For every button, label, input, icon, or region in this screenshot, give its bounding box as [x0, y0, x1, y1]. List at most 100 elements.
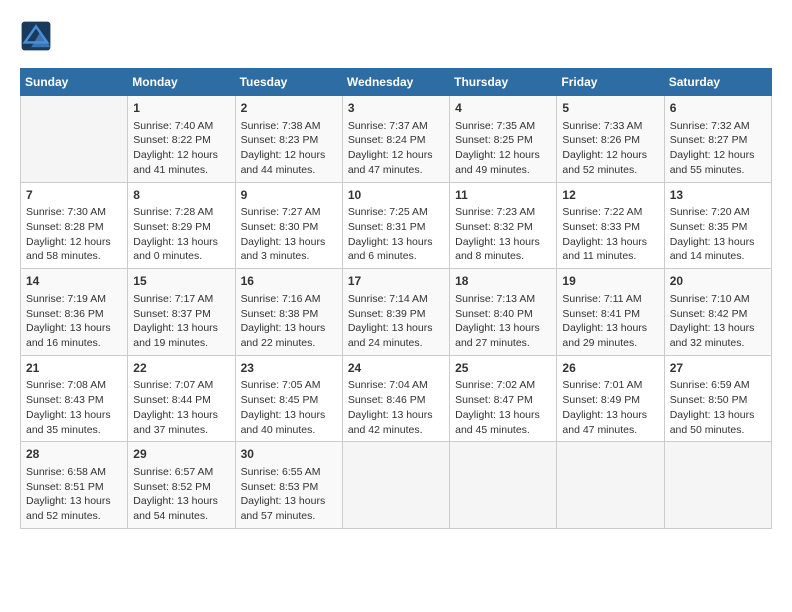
day-number: 1: [133, 100, 229, 117]
day-number: 23: [241, 360, 337, 377]
calendar-cell: 16 Sunrise: 7:16 AMSunset: 8:38 PMDayligh…: [235, 269, 342, 356]
day-number: 2: [241, 100, 337, 117]
day-info: Sunrise: 7:11 AMSunset: 8:41 PMDaylight:…: [562, 292, 658, 351]
week-row-3: 21Sunrise: 7:08 AMSunset: 8:43 PMDayligh…: [21, 355, 772, 442]
calendar-cell: [450, 442, 557, 529]
calendar-cell: 3 Sunrise: 7:37 AMSunset: 8:24 PMDaylight…: [342, 96, 449, 183]
day-info: Sunrise: 7:02 AMSunset: 8:47 PMDaylight:…: [455, 378, 551, 437]
day-info: Sunrise: 7:16 AMSunset: 8:38 PMDaylight:…: [241, 292, 337, 351]
calendar-cell: [342, 442, 449, 529]
day-number: 12: [562, 187, 658, 204]
day-number: 14: [26, 273, 122, 290]
day-number: 26: [562, 360, 658, 377]
calendar-cell: [557, 442, 664, 529]
day-info: Sunrise: 6:57 AMSunset: 8:52 PMDaylight:…: [133, 465, 229, 524]
calendar-cell: 29 Sunrise: 6:57 AMSunset: 8:52 PMDayligh…: [128, 442, 235, 529]
day-number: 27: [670, 360, 766, 377]
week-row-1: 7Sunrise: 7:30 AMSunset: 8:28 PMDaylight…: [21, 182, 772, 269]
calendar-cell: 21Sunrise: 7:08 AMSunset: 8:43 PMDayligh…: [21, 355, 128, 442]
day-number: 5: [562, 100, 658, 117]
day-info: Sunrise: 7:35 AMSunset: 8:25 PMDaylight:…: [455, 119, 551, 178]
calendar-cell: 14Sunrise: 7:19 AMSunset: 8:36 PMDayligh…: [21, 269, 128, 356]
day-info: Sunrise: 7:05 AMSunset: 8:45 PMDaylight:…: [241, 378, 337, 437]
calendar-cell: 23Sunrise: 7:05 AMSunset: 8:45 PMDayligh…: [235, 355, 342, 442]
calendar-cell: 28 Sunrise: 6:58 AMSunset: 8:51 PMDayligh…: [21, 442, 128, 529]
calendar-cell: 11Sunrise: 7:23 AMSunset: 8:32 PMDayligh…: [450, 182, 557, 269]
calendar-cell: 12Sunrise: 7:22 AMSunset: 8:33 PMDayligh…: [557, 182, 664, 269]
day-number: 4: [455, 100, 551, 117]
day-number: 18: [455, 273, 551, 290]
day-number: 9: [241, 187, 337, 204]
calendar-cell: 20 Sunrise: 7:10 AMSunset: 8:42 PMDayligh…: [664, 269, 771, 356]
day-info: Sunrise: 6:55 AMSunset: 8:53 PMDaylight:…: [241, 465, 337, 524]
calendar-table: SundayMondayTuesdayWednesdayThursdayFrid…: [20, 68, 772, 529]
logo-icon: [20, 20, 52, 52]
calendar-cell: [21, 96, 128, 183]
day-number: 29: [133, 446, 229, 463]
calendar-cell: 27Sunrise: 6:59 AMSunset: 8:50 PMDayligh…: [664, 355, 771, 442]
week-row-2: 14Sunrise: 7:19 AMSunset: 8:36 PMDayligh…: [21, 269, 772, 356]
calendar-cell: 9Sunrise: 7:27 AMSunset: 8:30 PMDaylight…: [235, 182, 342, 269]
day-number: 30: [241, 446, 337, 463]
calendar-cell: 26Sunrise: 7:01 AMSunset: 8:49 PMDayligh…: [557, 355, 664, 442]
header-thursday: Thursday: [450, 69, 557, 96]
calendar-cell: 7Sunrise: 7:30 AMSunset: 8:28 PMDaylight…: [21, 182, 128, 269]
calendar-cell: 17 Sunrise: 7:14 AMSunset: 8:39 PMDayligh…: [342, 269, 449, 356]
day-info: Sunrise: 7:23 AMSunset: 8:32 PMDaylight:…: [455, 205, 551, 264]
day-number: 15: [133, 273, 229, 290]
calendar-cell: 13Sunrise: 7:20 AMSunset: 8:35 PMDayligh…: [664, 182, 771, 269]
calendar-cell: 1 Sunrise: 7:40 AMSunset: 8:22 PMDaylight…: [128, 96, 235, 183]
calendar-cell: 18 Sunrise: 7:13 AMSunset: 8:40 PMDayligh…: [450, 269, 557, 356]
calendar-cell: 24Sunrise: 7:04 AMSunset: 8:46 PMDayligh…: [342, 355, 449, 442]
day-info: Sunrise: 7:38 AMSunset: 8:23 PMDaylight:…: [241, 119, 337, 178]
calendar-cell: 19 Sunrise: 7:11 AMSunset: 8:41 PMDayligh…: [557, 269, 664, 356]
calendar-cell: 6 Sunrise: 7:32 AMSunset: 8:27 PMDaylight…: [664, 96, 771, 183]
page-header: [20, 20, 772, 52]
header-friday: Friday: [557, 69, 664, 96]
day-info: Sunrise: 7:27 AMSunset: 8:30 PMDaylight:…: [241, 205, 337, 264]
day-info: Sunrise: 7:37 AMSunset: 8:24 PMDaylight:…: [348, 119, 444, 178]
day-number: 10: [348, 187, 444, 204]
day-info: Sunrise: 7:10 AMSunset: 8:42 PMDaylight:…: [670, 292, 766, 351]
calendar-cell: 2 Sunrise: 7:38 AMSunset: 8:23 PMDaylight…: [235, 96, 342, 183]
day-number: 13: [670, 187, 766, 204]
day-number: 24: [348, 360, 444, 377]
calendar-cell: 4 Sunrise: 7:35 AMSunset: 8:25 PMDaylight…: [450, 96, 557, 183]
week-row-0: 1 Sunrise: 7:40 AMSunset: 8:22 PMDaylight…: [21, 96, 772, 183]
calendar-cell: 8Sunrise: 7:28 AMSunset: 8:29 PMDaylight…: [128, 182, 235, 269]
day-number: 20: [670, 273, 766, 290]
day-info: Sunrise: 7:32 AMSunset: 8:27 PMDaylight:…: [670, 119, 766, 178]
day-number: 11: [455, 187, 551, 204]
day-info: Sunrise: 7:04 AMSunset: 8:46 PMDaylight:…: [348, 378, 444, 437]
day-info: Sunrise: 7:25 AMSunset: 8:31 PMDaylight:…: [348, 205, 444, 264]
header-tuesday: Tuesday: [235, 69, 342, 96]
day-number: 17: [348, 273, 444, 290]
header-row: SundayMondayTuesdayWednesdayThursdayFrid…: [21, 69, 772, 96]
day-number: 28: [26, 446, 122, 463]
day-number: 21: [26, 360, 122, 377]
header-saturday: Saturday: [664, 69, 771, 96]
day-info: Sunrise: 7:14 AMSunset: 8:39 PMDaylight:…: [348, 292, 444, 351]
day-number: 19: [562, 273, 658, 290]
header-wednesday: Wednesday: [342, 69, 449, 96]
day-info: Sunrise: 7:22 AMSunset: 8:33 PMDaylight:…: [562, 205, 658, 264]
day-info: Sunrise: 6:58 AMSunset: 8:51 PMDaylight:…: [26, 465, 122, 524]
day-info: Sunrise: 7:28 AMSunset: 8:29 PMDaylight:…: [133, 205, 229, 264]
day-number: 7: [26, 187, 122, 204]
day-info: Sunrise: 7:08 AMSunset: 8:43 PMDaylight:…: [26, 378, 122, 437]
day-info: Sunrise: 7:01 AMSunset: 8:49 PMDaylight:…: [562, 378, 658, 437]
header-sunday: Sunday: [21, 69, 128, 96]
day-info: Sunrise: 7:33 AMSunset: 8:26 PMDaylight:…: [562, 119, 658, 178]
day-info: Sunrise: 7:13 AMSunset: 8:40 PMDaylight:…: [455, 292, 551, 351]
day-number: 3: [348, 100, 444, 117]
day-number: 6: [670, 100, 766, 117]
day-info: Sunrise: 6:59 AMSunset: 8:50 PMDaylight:…: [670, 378, 766, 437]
day-info: Sunrise: 7:07 AMSunset: 8:44 PMDaylight:…: [133, 378, 229, 437]
logo: [20, 20, 58, 52]
calendar-cell: 22Sunrise: 7:07 AMSunset: 8:44 PMDayligh…: [128, 355, 235, 442]
day-number: 16: [241, 273, 337, 290]
day-info: Sunrise: 7:40 AMSunset: 8:22 PMDaylight:…: [133, 119, 229, 178]
day-number: 25: [455, 360, 551, 377]
week-row-4: 28 Sunrise: 6:58 AMSunset: 8:51 PMDayligh…: [21, 442, 772, 529]
calendar-cell: 15Sunrise: 7:17 AMSunset: 8:37 PMDayligh…: [128, 269, 235, 356]
